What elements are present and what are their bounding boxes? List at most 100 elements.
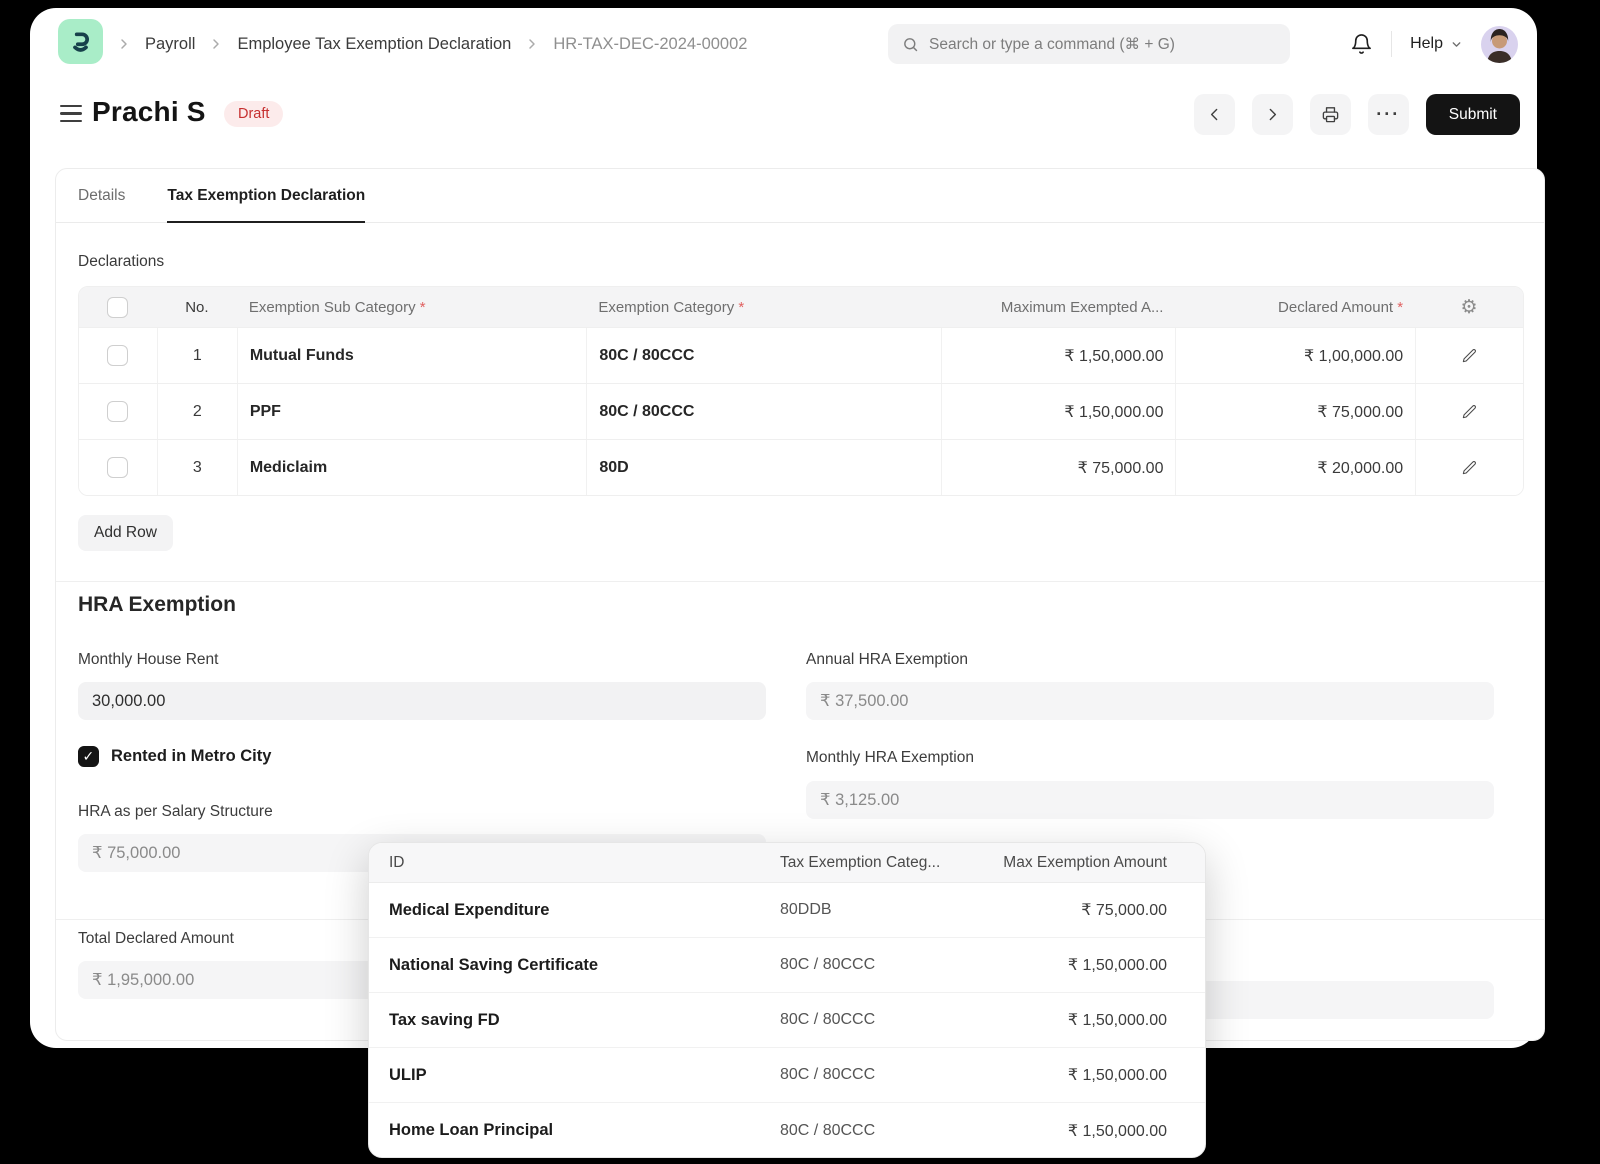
navbar-divider — [1391, 31, 1392, 57]
status-badge: Draft — [224, 101, 283, 127]
chevron-right-icon — [524, 36, 540, 52]
cell-sub-category[interactable]: PPF — [237, 384, 586, 439]
add-row-button[interactable]: Add Row — [78, 515, 173, 551]
cell-declared[interactable]: ₹ 20,000.00 — [1175, 440, 1415, 495]
row-checkbox[interactable] — [107, 345, 128, 366]
column-header-sub-category: Exemption Sub Category — [249, 299, 426, 316]
table-row[interactable]: 3 Mediclaim 80D ₹ 75,000.00 ₹ 20,000.00 — [79, 439, 1523, 495]
monthly-hra-exemption-input[interactable]: ₹ 3,125.00 — [806, 781, 1494, 819]
option-category: 80DDB — [780, 901, 965, 919]
option-category: 80C / 80CCC — [780, 1066, 965, 1084]
notifications-button[interactable] — [1350, 33, 1373, 56]
chevron-right-icon — [1264, 106, 1281, 123]
settings-icon[interactable]: ⚙ — [1461, 298, 1478, 317]
cell-declared[interactable]: ₹ 75,000.00 — [1175, 384, 1415, 439]
cell-declared[interactable]: ₹ 1,00,000.00 — [1175, 328, 1415, 383]
submit-button[interactable]: Submit — [1426, 94, 1520, 135]
page-title: Prachi S — [92, 96, 206, 128]
monthly-hra-exemption-label: Monthly HRA Exemption — [806, 749, 1494, 767]
column-header-max-exempted: Maximum Exempted A... — [941, 287, 1176, 327]
printer-icon — [1321, 105, 1340, 124]
avatar-image — [1481, 26, 1518, 63]
monthly-house-rent-label: Monthly House Rent — [78, 651, 766, 669]
edit-row-button[interactable] — [1461, 347, 1478, 364]
monthly-house-rent-input[interactable]: 30,000.00 — [78, 682, 766, 720]
dropdown-option[interactable]: Home Loan Principal 80C / 80CCC ₹ 1,50,0… — [369, 1103, 1205, 1158]
hra-salary-structure-label: HRA as per Salary Structure — [78, 803, 766, 821]
row-number: 3 — [157, 440, 237, 495]
chevron-left-icon — [1206, 106, 1223, 123]
header-actions: ··· Submit — [1194, 94, 1520, 135]
row-number: 2 — [157, 384, 237, 439]
column-header-declared: Declared Amount — [1278, 299, 1403, 316]
more-actions-button[interactable]: ··· — [1368, 94, 1409, 135]
row-number: 1 — [157, 328, 237, 383]
option-id: Home Loan Principal — [369, 1121, 780, 1140]
page-header: Prachi S Draft ··· Submit — [30, 94, 1537, 138]
tab-details[interactable]: Details — [78, 169, 125, 222]
row-checkbox[interactable] — [107, 401, 128, 422]
avatar[interactable] — [1481, 26, 1518, 63]
breadcrumb: Payroll Employee Tax Exemption Declarati… — [116, 8, 747, 80]
table-header-row: No. Exemption Sub Category Exemption Cat… — [79, 287, 1523, 327]
navbar-right: Help — [1350, 8, 1518, 80]
section-divider — [56, 581, 1544, 582]
bell-icon — [1350, 33, 1373, 56]
option-amount: ₹ 1,50,000.00 — [965, 1065, 1205, 1085]
rented-metro-field: Rented in Metro City — [78, 746, 271, 767]
breadcrumb-item-document[interactable]: HR-TAX-DEC-2024-00002 — [553, 35, 747, 54]
cell-max-exempted[interactable]: ₹ 1,50,000.00 — [941, 384, 1176, 439]
dropdown-option[interactable]: Tax saving FD 80C / 80CCC ₹ 1,50,000.00 — [369, 993, 1205, 1048]
annual-hra-exemption-label: Annual HRA Exemption — [806, 651, 1494, 669]
print-button[interactable] — [1310, 94, 1351, 135]
search-input[interactable]: Search or type a command (⌘ + G) — [888, 24, 1290, 64]
option-id: National Saving Certificate — [369, 956, 780, 975]
dropdown-column-amount: Max Exemption Amount — [965, 854, 1205, 872]
dropdown-option[interactable]: Medical Expenditure 80DDB ₹ 75,000.00 — [369, 883, 1205, 938]
column-header-no: No. — [157, 287, 237, 327]
declarations-section-label: Declarations — [78, 253, 164, 271]
cell-category[interactable]: 80C / 80CCC — [586, 328, 940, 383]
previous-document-button[interactable] — [1194, 94, 1235, 135]
dropdown-column-category: Tax Exemption Categ... — [780, 854, 965, 872]
option-category: 80C / 80CCC — [780, 956, 965, 974]
dropdown-option[interactable]: National Saving Certificate 80C / 80CCC … — [369, 938, 1205, 993]
breadcrumb-item-doctype[interactable]: Employee Tax Exemption Declaration — [237, 35, 511, 54]
option-amount: ₹ 1,50,000.00 — [965, 1010, 1205, 1030]
chevron-down-icon — [1450, 38, 1463, 51]
dropdown-column-id: ID — [369, 854, 780, 872]
form-tabs: Details Tax Exemption Declaration — [56, 169, 1544, 223]
option-id: Medical Expenditure — [369, 901, 780, 920]
select-all-checkbox[interactable] — [107, 297, 128, 318]
cell-max-exempted[interactable]: ₹ 1,50,000.00 — [941, 328, 1176, 383]
rented-metro-label: Rented in Metro City — [111, 747, 271, 766]
cell-category[interactable]: 80D — [586, 440, 940, 495]
app-logo-icon — [67, 28, 94, 55]
breadcrumb-item-payroll[interactable]: Payroll — [145, 35, 195, 54]
hra-section-heading: HRA Exemption — [78, 593, 236, 617]
cell-category[interactable]: 80C / 80CCC — [586, 384, 940, 439]
edit-icon — [1461, 403, 1478, 420]
cell-max-exempted[interactable]: ₹ 75,000.00 — [941, 440, 1176, 495]
ellipsis-icon: ··· — [1376, 104, 1400, 125]
cell-sub-category[interactable]: Mediclaim — [237, 440, 586, 495]
dropdown-header-row: ID Tax Exemption Categ... Max Exemption … — [369, 843, 1205, 883]
tab-tax-exemption-declaration[interactable]: Tax Exemption Declaration — [167, 169, 365, 222]
option-id: Tax saving FD — [369, 1011, 780, 1030]
row-checkbox[interactable] — [107, 457, 128, 478]
app-logo[interactable] — [58, 19, 103, 64]
dropdown-option[interactable]: ULIP 80C / 80CCC ₹ 1,50,000.00 — [369, 1048, 1205, 1103]
exemption-subcategory-dropdown: ID Tax Exemption Categ... Max Exemption … — [368, 842, 1206, 1158]
table-row[interactable]: 1 Mutual Funds 80C / 80CCC ₹ 1,50,000.00… — [79, 327, 1523, 383]
option-id: ULIP — [369, 1066, 780, 1085]
cell-sub-category[interactable]: Mutual Funds — [237, 328, 586, 383]
edit-row-button[interactable] — [1461, 459, 1478, 476]
annual-hra-exemption-input[interactable]: ₹ 37,500.00 — [806, 682, 1494, 720]
next-document-button[interactable] — [1252, 94, 1293, 135]
rented-metro-checkbox[interactable] — [78, 746, 99, 767]
help-menu[interactable]: Help — [1410, 35, 1463, 53]
menu-icon[interactable] — [60, 105, 82, 122]
table-row[interactable]: 2 PPF 80C / 80CCC ₹ 1,50,000.00 ₹ 75,000… — [79, 383, 1523, 439]
edit-row-button[interactable] — [1461, 403, 1478, 420]
edit-icon — [1461, 459, 1478, 476]
